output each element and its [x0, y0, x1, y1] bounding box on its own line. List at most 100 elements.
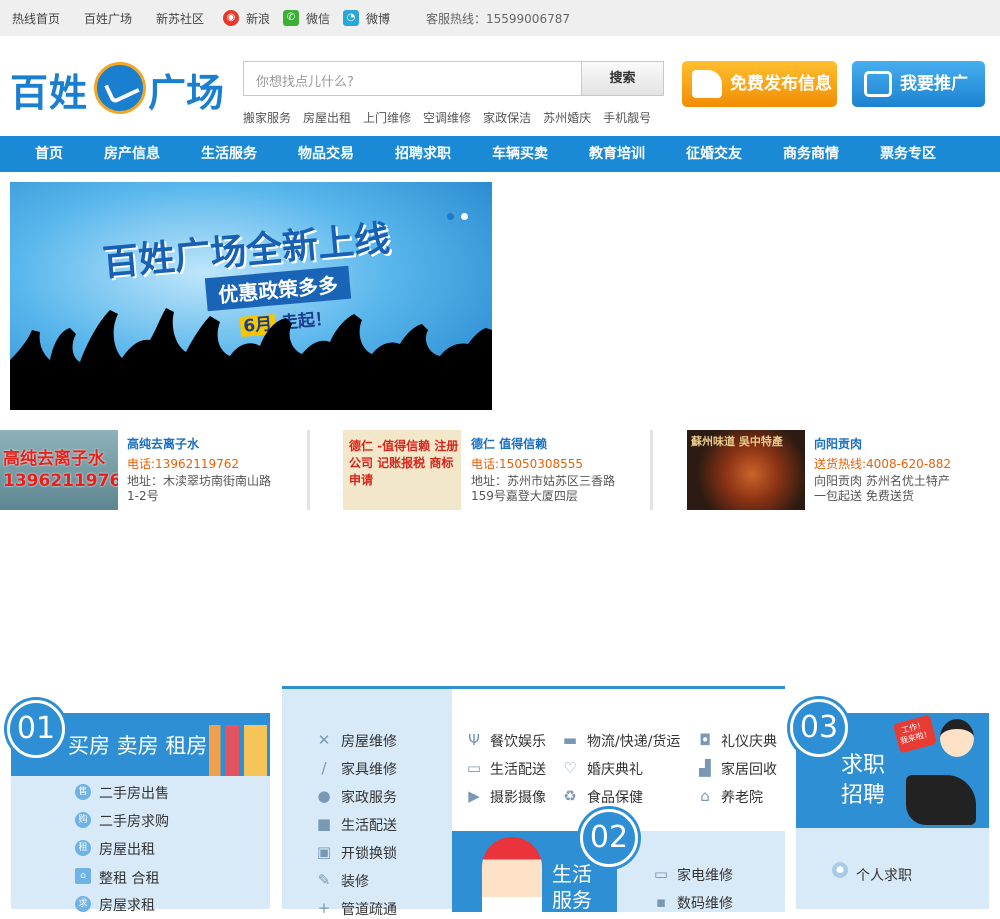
search-button[interactable]: 搜索	[581, 61, 664, 96]
nav-item[interactable]: 教育培训	[589, 136, 645, 172]
search-input[interactable]: 你想找点儿什么?	[243, 61, 582, 96]
nav-item[interactable]: 房产信息	[104, 136, 160, 172]
seek-icon: 求	[75, 896, 91, 912]
promote-button[interactable]: 我要推广	[852, 61, 985, 107]
ad-title[interactable]: 德仁 值得信赖	[471, 435, 547, 452]
section-number: 03	[790, 699, 848, 757]
ad-phone: 送货热线:4008-620-882	[814, 457, 952, 471]
heart-icon: ♡	[563, 759, 577, 777]
ad-card[interactable]: 德仁 -值得信赖 注册公司 记账报税 商标申请 德仁 值得信赖 电话:15050…	[343, 430, 653, 510]
top-bar: 热线首页 百姓广场 新苏社区 ◉ 新浪 ✆ 微信 ◔ 微博 客服热线：15599…	[0, 0, 1000, 36]
hotline-text: 客服热线：15599006787	[426, 12, 570, 26]
house-link[interactable]: 整租 合租	[99, 868, 159, 888]
life-link[interactable]: 餐饮娱乐	[490, 731, 546, 751]
life-link[interactable]: 摄影摄像	[490, 787, 546, 807]
hotword-link[interactable]: 搬家服务	[243, 111, 291, 125]
ad-card[interactable]: 蘇州味道 吳中特產 向阳贡肉 送货热线:4008-620-882 向阳贡肉 苏州…	[687, 430, 1000, 510]
house-link[interactable]: 二手房出售	[99, 783, 169, 803]
nav-item[interactable]: 征婚交友	[686, 136, 742, 172]
repair-link[interactable]: 生活配送	[341, 815, 397, 835]
house-link[interactable]: 房屋求租	[99, 895, 155, 915]
topbar-link-square[interactable]: 百姓广场	[84, 10, 132, 27]
house-link[interactable]: 二手房求购	[99, 811, 169, 831]
camera-icon: ◘	[699, 731, 711, 749]
ad-image: 德仁 -值得信赖 注册公司 记账报税 商标申请	[343, 430, 461, 510]
repair-link[interactable]: 管道疏通	[341, 899, 397, 919]
life-link[interactable]: 养老院	[721, 787, 763, 807]
graduation-cap-icon	[906, 775, 976, 825]
nav-item[interactable]: 商务商情	[783, 136, 839, 172]
section-repair: ✕ 房屋维修 / 家具维修 ● 家政服务 ■ 生活配送 ▣ 开锁换锁 ✎ 装修 …	[282, 686, 452, 918]
topbar-link-sina[interactable]: 新浪	[246, 10, 270, 27]
ad-phone: 电话:13962119762	[127, 457, 240, 471]
tools-icon: ✕	[317, 731, 331, 749]
life-link[interactable]: 家居回收	[721, 759, 777, 779]
ad-address: 地址：木渎翠坊南街南山路1-2号	[127, 474, 272, 503]
repair-link[interactable]: 房屋维修	[341, 731, 397, 751]
header: 百姓 广场 你想找点儿什么? 搜索 搬家服务 房屋出租 上门维修 空调维修 家政保洁 苏州…	[0, 36, 1000, 136]
section-job: 求职招聘 工作！ 我来啦！ 03 ● 个人求职	[790, 686, 990, 909]
ad-image-text: 蘇州味道 吳中特產	[691, 435, 783, 448]
divider	[650, 430, 653, 510]
ad-title[interactable]: 向阳贡肉	[814, 435, 862, 452]
delivery-icon: ■	[316, 815, 332, 833]
home-icon: ⌂	[75, 868, 91, 884]
life-link[interactable]: 家电维修	[677, 865, 733, 885]
hotword-link[interactable]: 空调维修	[423, 111, 471, 125]
repair-link[interactable]: 家具维修	[341, 759, 397, 779]
person-icon: ●	[317, 787, 331, 805]
pipe-icon: +	[317, 899, 331, 917]
life-link[interactable]: 食品保健	[587, 787, 643, 807]
house-title: 买房 卖房 租房	[68, 734, 208, 758]
job-link[interactable]: 个人求职	[856, 865, 912, 885]
hotword-link[interactable]: 家政保洁	[483, 111, 531, 125]
hotword-link[interactable]: 手机靓号	[603, 111, 651, 125]
slide-dot-active[interactable]	[447, 213, 454, 220]
weibo-sina-icon[interactable]: ◉	[223, 10, 239, 26]
nav-item[interactable]: 招聘求职	[395, 136, 451, 172]
repair-link[interactable]: 开锁换锁	[341, 843, 397, 863]
nav-item[interactable]: 车辆买卖	[492, 136, 548, 172]
rent-icon: 租	[75, 840, 91, 856]
promo-banner[interactable]: 百姓广场全新上线 优惠政策多多 6月 走起！	[10, 182, 492, 410]
life-link[interactable]: 数码维修	[677, 893, 733, 913]
topbar-link-wechat[interactable]: 微信	[306, 10, 330, 27]
nav-item[interactable]: 票务专区	[880, 136, 936, 172]
hotword-link[interactable]: 房屋出租	[303, 111, 351, 125]
brush-icon: ✎	[317, 871, 331, 889]
divider	[307, 430, 310, 510]
delivery-truck-icon: ▭	[466, 759, 482, 777]
life-link[interactable]: 礼仪庆典	[721, 731, 777, 751]
buy-icon: 购	[75, 812, 91, 828]
wechat-icon[interactable]: ✆	[283, 10, 299, 26]
publish-info-button[interactable]: 免费发布信息	[682, 61, 837, 107]
ad-title[interactable]: 高纯去离子水	[127, 435, 199, 452]
topbar-link-community[interactable]: 新苏社区	[156, 10, 204, 27]
digital-icon: ▪	[655, 893, 667, 911]
nav-item[interactable]: 生活服务	[201, 136, 257, 172]
life-link[interactable]: 生活配送	[490, 759, 546, 779]
appliance-icon: ▭	[653, 865, 669, 883]
house-link[interactable]: 房屋出租	[99, 839, 155, 859]
nav-item[interactable]: 首页	[35, 136, 63, 172]
ad-card[interactable]: 高纯去离子水 13962119762 高纯去离子水 电话:13962119762…	[0, 430, 310, 510]
video-icon: ▶	[468, 787, 480, 805]
hotword-link[interactable]: 苏州婚庆	[543, 111, 591, 125]
repair-link[interactable]: 家政服务	[341, 787, 397, 807]
life-link[interactable]: 婚庆典礼	[587, 759, 643, 779]
logo-emblem-icon	[94, 62, 146, 114]
truck-icon: ▬	[562, 731, 578, 749]
topbar-link-home[interactable]: 热线首页	[12, 10, 60, 27]
repair-link[interactable]: 装修	[341, 871, 369, 891]
promote-label: 我要推广	[900, 74, 968, 94]
upload-icon	[864, 71, 892, 97]
job-badge: 工作！ 我来啦！	[892, 714, 938, 754]
hotword-link[interactable]: 上门维修	[363, 111, 411, 125]
tencent-weibo-icon[interactable]: ◔	[343, 10, 359, 26]
slide-dot[interactable]	[461, 213, 468, 220]
logo-text-left: 百姓	[10, 71, 89, 115]
ad-strip: 高纯去离子水 13962119762 高纯去离子水 电话:13962119762…	[0, 430, 1000, 510]
life-link[interactable]: 物流/快递/货运	[587, 731, 680, 751]
nav-item[interactable]: 物品交易	[298, 136, 354, 172]
topbar-link-weibo[interactable]: 微博	[366, 10, 390, 27]
